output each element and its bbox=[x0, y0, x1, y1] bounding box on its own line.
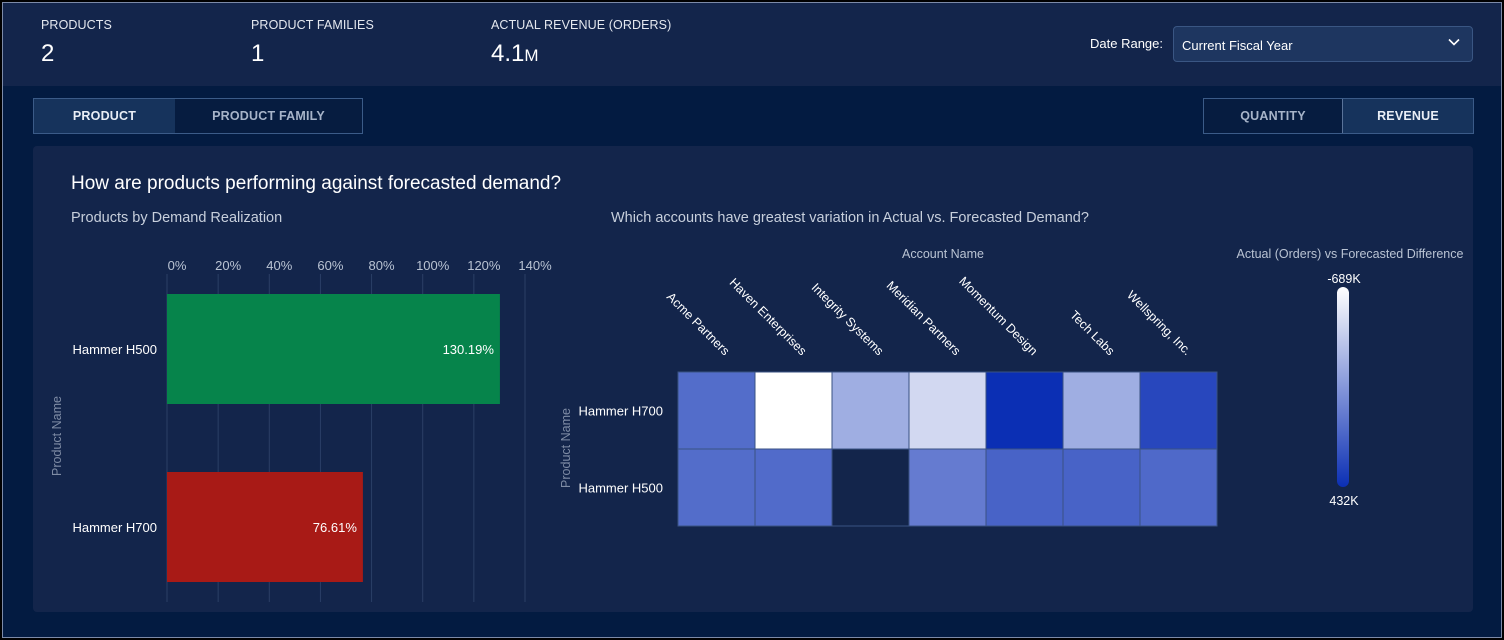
account-variation-heatmap: Account Name Acme PartnersHaven Enterpri… bbox=[559, 247, 1464, 527]
kpi-label: PRODUCT FAMILIES bbox=[251, 18, 374, 32]
date-range-label: Date Range: bbox=[1090, 36, 1163, 51]
heatmap-cell[interactable] bbox=[754, 448, 833, 527]
heatmap-cell[interactable] bbox=[677, 371, 756, 450]
heatmap-y-label: Hammer H700 bbox=[578, 404, 663, 419]
heatmap-x-label: Acme Partners bbox=[664, 290, 732, 358]
kpi-number: 4.1 bbox=[491, 40, 525, 67]
date-range-select[interactable]: Current Fiscal Year bbox=[1173, 26, 1473, 62]
color-legend-title: Actual (Orders) vs Forecasted Difference bbox=[1237, 247, 1464, 261]
heatmap-x-label: Wellspring, Inc. bbox=[1124, 288, 1194, 358]
heatmap-x-label: Tech Labs bbox=[1067, 308, 1117, 358]
kpi-header: PRODUCTS 2 PRODUCT FAMILIES 1 ACTUAL REV… bbox=[3, 3, 1501, 86]
kpi-number: 2 bbox=[41, 40, 55, 67]
chevron-down-icon bbox=[1448, 38, 1460, 46]
tab-quantity[interactable]: QUANTITY bbox=[1204, 99, 1342, 133]
heatmap-y-axis-title: Product Name bbox=[559, 408, 573, 488]
kpi-actual-revenue: ACTUAL REVENUE (ORDERS) 4.1M bbox=[491, 18, 671, 68]
heatmap-x-label: Integrity Systems bbox=[809, 280, 887, 358]
kpi-value: 1 bbox=[251, 40, 374, 68]
color-legend-max-label: 432K bbox=[1329, 494, 1359, 508]
heatmap-x-axis-title: Account Name bbox=[902, 247, 984, 261]
kpi-number: 1 bbox=[251, 40, 265, 67]
kpi-products: PRODUCTS 2 bbox=[41, 18, 112, 68]
measure-toggle: QUANTITY REVENUE bbox=[1203, 98, 1474, 134]
kpi-product-families: PRODUCT FAMILIES 1 bbox=[251, 18, 374, 68]
heatmap-cell[interactable] bbox=[831, 448, 910, 527]
kpi-value: 2 bbox=[41, 40, 112, 68]
heatmap-cell[interactable] bbox=[1139, 371, 1218, 450]
kpi-label: ACTUAL REVENUE (ORDERS) bbox=[491, 18, 672, 32]
tab-product[interactable]: PRODUCT bbox=[34, 99, 175, 133]
chart-panel: How are products performing against fore… bbox=[33, 146, 1473, 612]
heatmap-y-label: Hammer H500 bbox=[578, 481, 663, 496]
heatmap-cell[interactable] bbox=[754, 371, 833, 450]
heatmap-cell[interactable] bbox=[985, 371, 1064, 450]
kpi-value: 4.1M bbox=[491, 40, 671, 68]
color-legend-min-label: -689K bbox=[1327, 272, 1361, 286]
kpi-unit: M bbox=[524, 46, 539, 65]
heatmap-cell[interactable] bbox=[1139, 448, 1218, 527]
heatmap-cell[interactable] bbox=[1062, 371, 1141, 450]
heatmap-cell[interactable] bbox=[985, 448, 1064, 527]
dashboard-frame: PRODUCTS 2 PRODUCT FAMILIES 1 ACTUAL REV… bbox=[2, 2, 1502, 638]
heatmap-cell[interactable] bbox=[908, 371, 987, 450]
date-range-value: Current Fiscal Year bbox=[1182, 38, 1293, 53]
heatmap-cell[interactable] bbox=[1062, 448, 1141, 527]
tab-revenue[interactable]: REVENUE bbox=[1342, 99, 1473, 133]
heatmap-x-label: Meridian Partners bbox=[884, 278, 964, 358]
heatmap-cell[interactable] bbox=[831, 371, 910, 450]
heatmap-x-label: Momentum Design bbox=[956, 274, 1040, 358]
heatmap-x-label: Haven Enterprises bbox=[727, 276, 810, 359]
heatmap-cell[interactable] bbox=[908, 448, 987, 527]
tab-product-family[interactable]: PRODUCT FAMILY bbox=[175, 99, 362, 133]
view-toggle: PRODUCT PRODUCT FAMILY bbox=[33, 98, 363, 134]
heatmap-cell[interactable] bbox=[677, 448, 756, 527]
color-legend-bar bbox=[1337, 287, 1349, 487]
kpi-label: PRODUCTS bbox=[41, 18, 112, 32]
